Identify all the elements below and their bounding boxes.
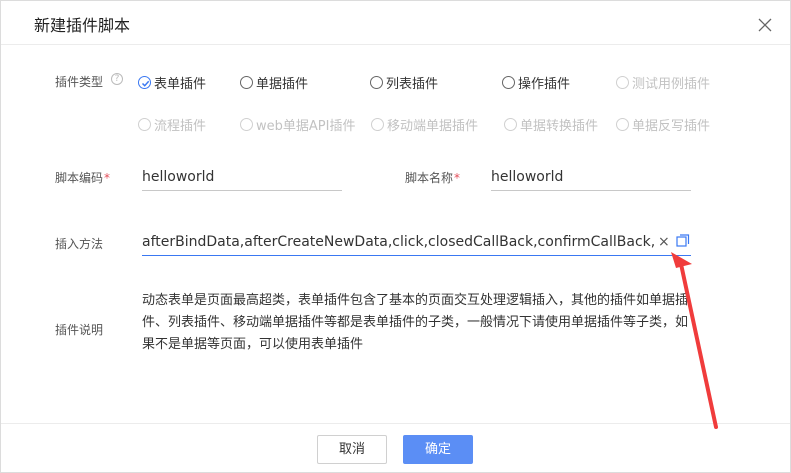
script-code-input[interactable]: helloworld <box>142 163 342 191</box>
new-plugin-script-dialog: 新建插件脚本 插件类型 ? 表单插件 单据插件 列表插件 操作插件 测试用例插件… <box>0 0 791 473</box>
dialog-footer <box>1 423 790 473</box>
radio-checked-icon <box>138 75 151 89</box>
insert-method-value: afterBindData,afterCreateNewData,click,c… <box>142 234 656 250</box>
radio-icon <box>502 75 515 89</box>
radio-list-plugin[interactable]: 列表插件 <box>370 74 439 92</box>
dialog-header: 新建插件脚本 <box>1 1 790 45</box>
option-label: 单据反写插件 <box>632 118 711 134</box>
radio-form-plugin[interactable]: 表单插件 <box>138 74 207 92</box>
insert-method-label: 插入方法 <box>55 237 104 251</box>
script-name-label: 脚本名称* <box>405 169 460 186</box>
required-mark: * <box>454 171 461 185</box>
radio-icon <box>371 117 384 131</box>
radio-operation-plugin[interactable]: 操作插件 <box>502 74 571 92</box>
radio-icon <box>616 75 629 89</box>
required-mark: * <box>104 171 111 185</box>
clear-icon[interactable]: × <box>658 230 670 254</box>
plugin-desc-label: 插件说明 <box>55 323 104 337</box>
option-label: 列表插件 <box>386 76 439 92</box>
radio-bill-writeback-plugin[interactable]: 单据反写插件 <box>616 116 711 134</box>
option-label: 移动端单据插件 <box>387 118 479 134</box>
option-label: 流程插件 <box>154 118 207 134</box>
script-code-label: 脚本编码* <box>55 169 110 186</box>
radio-mobile-bill-plugin[interactable]: 移动端单据插件 <box>371 116 479 134</box>
radio-icon <box>240 75 253 89</box>
option-label: 测试用例插件 <box>632 76 711 92</box>
script-name-label-text: 脚本名称 <box>405 171 454 185</box>
option-label: web单据API插件 <box>256 118 356 134</box>
radio-icon <box>504 117 517 131</box>
radio-bill-convert-plugin[interactable]: 单据转换插件 <box>504 116 599 134</box>
script-code-value: helloworld <box>142 169 215 185</box>
cancel-button[interactable]: 取消 <box>317 435 387 464</box>
radio-icon <box>370 75 383 89</box>
radio-web-bill-api-plugin[interactable]: web单据API插件 <box>240 116 356 134</box>
radio-icon <box>616 117 629 131</box>
radio-test-case-plugin[interactable]: 测试用例插件 <box>616 74 711 92</box>
option-label: 单据转换插件 <box>520 118 599 134</box>
insert-method-input[interactable]: afterBindData,afterCreateNewData,click,c… <box>142 228 691 256</box>
dialog-title: 新建插件脚本 <box>34 16 131 35</box>
plugin-desc-text: 动态表单是页面最高超类，表单插件包含了基本的页面交互处理逻辑插入，其他的插件如单… <box>142 293 689 352</box>
option-label: 操作插件 <box>518 76 571 92</box>
radio-icon <box>240 117 253 131</box>
help-icon[interactable]: ? <box>111 73 123 85</box>
option-label: 表单插件 <box>154 76 207 92</box>
script-name-value: helloworld <box>491 169 564 185</box>
plugin-type-label: 插件类型 <box>55 75 104 89</box>
radio-bill-plugin[interactable]: 单据插件 <box>240 74 309 92</box>
radio-icon <box>138 117 151 131</box>
radio-workflow-plugin[interactable]: 流程插件 <box>138 116 207 134</box>
script-code-label-text: 脚本编码 <box>55 171 104 185</box>
confirm-button[interactable]: 确定 <box>403 435 473 464</box>
close-icon[interactable] <box>757 17 773 33</box>
script-name-input[interactable]: helloworld <box>491 163 691 191</box>
option-label: 单据插件 <box>256 76 309 92</box>
copy-icon[interactable] <box>676 234 690 248</box>
